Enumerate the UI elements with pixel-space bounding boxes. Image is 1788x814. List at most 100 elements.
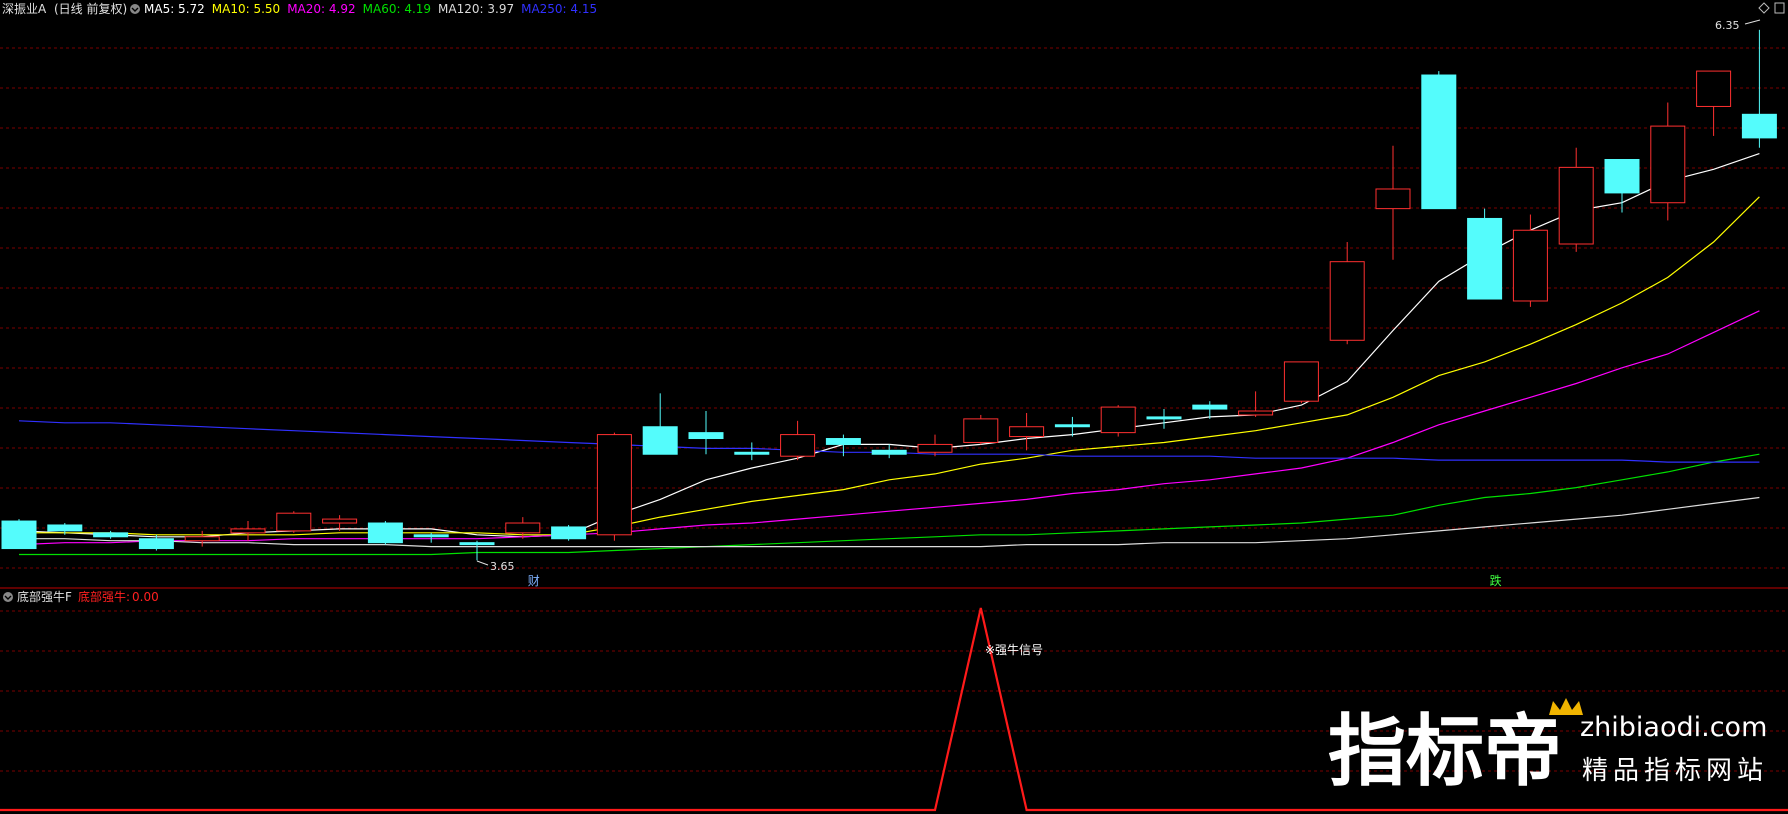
ma-indicator-label: MA60: 4.19 (363, 2, 431, 16)
high-marker: 6.35 (1715, 19, 1761, 32)
candle (551, 524, 587, 541)
candle-body (47, 524, 83, 532)
period-label[interactable]: (日线 前复权) (54, 1, 127, 16)
candle-body (1, 520, 37, 550)
candle (1467, 208, 1503, 300)
ma-lines (18, 153, 1760, 556)
candle-body (1375, 188, 1411, 210)
candle-body (1146, 416, 1182, 420)
candle-body (322, 518, 358, 524)
candle (1146, 409, 1182, 429)
indicator-value-label: 底部强牛: (78, 589, 130, 604)
candle (1238, 391, 1274, 417)
candle (1558, 147, 1594, 252)
ma-indicator-label: MA20: 4.92 (287, 2, 355, 16)
candle-body (505, 522, 541, 534)
candle (871, 444, 907, 459)
candle-body (551, 526, 587, 540)
main-header: 深振业A (日线 前复权) MA5: 5.72 MA10: 5.50 MA20: 4… (2, 1, 597, 16)
candle (230, 521, 266, 541)
watermark-domain: zhibiaodi.com (1580, 712, 1767, 743)
candle-body (276, 512, 312, 532)
candle-body (1009, 426, 1045, 438)
candle (276, 511, 312, 533)
candle (1100, 405, 1136, 437)
candle (1, 519, 37, 550)
candle (1375, 145, 1411, 260)
stock-chart[interactable]: 深振业A (日线 前复权) MA5: 5.72 MA10: 5.50 MA20: 4… (0, 0, 1788, 814)
candle-body (1741, 113, 1777, 139)
window-icon[interactable] (1774, 2, 1785, 14)
candle (505, 517, 541, 539)
indicator-name[interactable]: 底部强牛F (17, 589, 72, 604)
candle-body (963, 418, 999, 443)
candle-body (230, 528, 266, 534)
indicator-value: 0.00 (132, 590, 159, 604)
candle-body (138, 538, 174, 550)
low-marker: 3.65 (476, 560, 515, 573)
event-markers: 财跌 (528, 573, 1502, 588)
collapse-icon[interactable] (130, 4, 140, 14)
sub-header: 底部强牛F 底部强牛: 0.00 (3, 589, 159, 604)
candle (825, 434, 861, 457)
candle (1009, 412, 1045, 451)
main-grid (0, 47, 1788, 569)
candle (1512, 214, 1548, 307)
candle (413, 532, 449, 543)
ma-indicator-label: MA250: 4.15 (521, 2, 597, 16)
candle-body (1604, 159, 1640, 194)
candle-body (1329, 261, 1365, 341)
candle (917, 434, 953, 457)
watermark-slogan: 精品指标网站 (1582, 756, 1768, 786)
candle (1696, 70, 1732, 136)
candle-body (1192, 404, 1228, 410)
crown-icon (1549, 698, 1583, 715)
candle-body (596, 434, 632, 536)
high-marker-label: 6.35 (1715, 19, 1740, 32)
collapse-icon[interactable] (3, 592, 13, 602)
candle-body (1421, 74, 1457, 210)
candle-body (1283, 361, 1319, 402)
event-marker[interactable]: 跌 (1490, 573, 1502, 588)
candle-body (1100, 406, 1136, 434)
candle (1329, 242, 1365, 345)
candle-body (917, 443, 953, 453)
event-marker[interactable]: 财 (528, 574, 540, 588)
candle (642, 393, 678, 455)
candle-body (642, 426, 678, 455)
diamond-icon[interactable] (1758, 2, 1770, 14)
candle (780, 420, 816, 461)
candle-body (780, 434, 816, 457)
candle-body (825, 438, 861, 445)
candle-body (1650, 125, 1686, 204)
candle-body (1558, 166, 1594, 245)
candle-body (1238, 410, 1274, 416)
ma-indicator-label: MA10: 5.50 (212, 2, 280, 16)
ma-line-ma20 (18, 310, 1760, 546)
candle-body (1054, 424, 1090, 428)
candle-body (871, 449, 907, 455)
low-marker-label: 3.65 (490, 560, 515, 573)
candle-body (734, 451, 770, 455)
candle (367, 521, 403, 545)
ma-indicator-label: MA120: 3.97 (438, 2, 514, 16)
candle (184, 530, 220, 547)
candle-body (367, 522, 403, 544)
candle-body (1512, 229, 1548, 302)
candle-body (413, 534, 449, 538)
candle-body (1467, 217, 1503, 300)
stock-name[interactable]: 深振业A (2, 2, 47, 16)
candle (963, 414, 999, 445)
watermark-brand: 指标帝 (1328, 707, 1562, 797)
candle (93, 530, 129, 539)
watermark: 指标帝 zhibiaodi.com 精品指标网站 (1328, 698, 1768, 797)
ma-indicator-label: MA5: 5.72 (144, 2, 205, 16)
candlesticks (1, 29, 1777, 561)
candle-body (688, 432, 724, 440)
candle (1283, 361, 1319, 404)
candle (596, 432, 632, 541)
candle (459, 540, 495, 561)
candle-body (1696, 70, 1732, 107)
signal-annotation: ※强牛信号 (985, 642, 1043, 657)
candle-body (184, 536, 220, 542)
